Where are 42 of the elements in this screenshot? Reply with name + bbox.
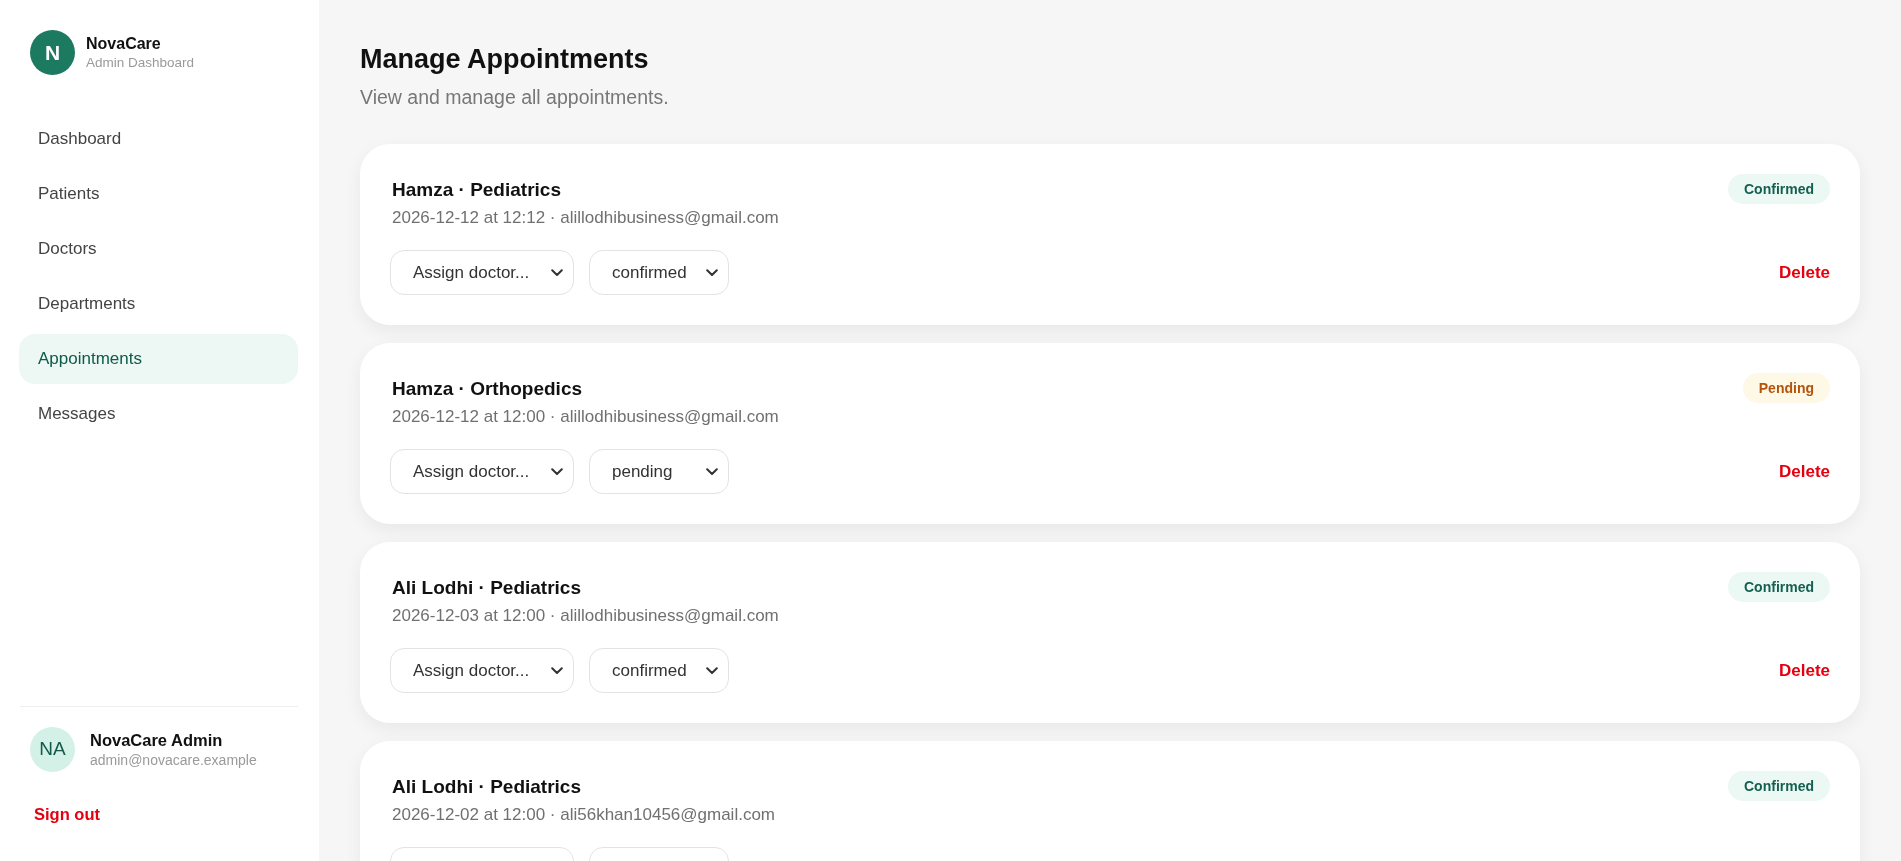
status-select[interactable]: confirmed <box>589 250 729 295</box>
logo-mark: N <box>30 30 75 75</box>
delete-button[interactable]: Delete <box>1778 460 1830 483</box>
page-title: Manage Appointments <box>360 43 650 76</box>
status-badge: Confirmed <box>1728 174 1830 204</box>
appointment-title: Hamza · Pediatrics <box>391 178 562 202</box>
doctor-select[interactable]: Assign doctor... <box>390 449 574 494</box>
chevron-down-icon <box>706 666 718 675</box>
delete-button[interactable]: Delete <box>1778 659 1830 682</box>
nav-link[interactable]: Doctors <box>19 224 298 274</box>
appointment-details: 2026-12-12 at 12:00 · alillodhibusiness@gmail.com <box>391 406 779 428</box>
status-select[interactable]: pending <box>589 449 729 494</box>
appointment-title: Hamza · Orthopedics <box>391 377 584 401</box>
delete-button[interactable]: Delete <box>1778 261 1830 284</box>
avatar-initials: NA <box>30 727 75 772</box>
appointment-title: Ali Lodhi · Pediatrics <box>391 576 582 600</box>
status-select[interactable]: confirmed <box>589 648 729 693</box>
status-badge: Confirmed <box>1728 771 1830 801</box>
appointment-details: 2026-12-02 at 12:00 · ali56khan10456@gmail.com <box>391 804 775 826</box>
doctor-select[interactable]: Assign doctor... <box>390 648 574 693</box>
nav-link[interactable]: Departments <box>19 279 298 329</box>
chevron-down-icon <box>706 268 718 277</box>
chevron-down-icon <box>706 467 718 476</box>
status-badge: Confirmed <box>1728 572 1830 602</box>
appointment-title: Ali Lodhi · Pediatrics <box>391 775 582 799</box>
nav-link[interactable]: Dashboard <box>19 114 298 164</box>
chevron-down-icon <box>551 666 563 675</box>
sign-out-button[interactable]: Sign out <box>34 802 100 826</box>
chevron-down-icon <box>551 268 563 277</box>
brand-subtitle: Admin Dashboard <box>86 53 195 72</box>
page-subtitle: View and manage all appointments. <box>360 85 670 110</box>
appointment-details: 2026-12-12 at 12:12 · alillodhibusiness@gmail.com <box>391 207 779 229</box>
nav-link[interactable]: Messages <box>19 389 298 439</box>
doctor-select[interactable]: Assign doctor... <box>390 250 574 295</box>
nav-link[interactable]: Appointments <box>19 334 298 384</box>
status-badge: Pending <box>1742 373 1830 403</box>
chevron-down-icon <box>551 467 563 476</box>
appointment-details: 2026-12-03 at 12:00 · alillodhibusiness@gmail.com <box>391 605 779 627</box>
brand-name: NovaCare <box>86 33 162 54</box>
nav-link[interactable]: Patients <box>19 169 298 219</box>
user-name: NovaCare Admin <box>90 729 224 751</box>
user-email: admin@novacare.example <box>90 751 257 770</box>
